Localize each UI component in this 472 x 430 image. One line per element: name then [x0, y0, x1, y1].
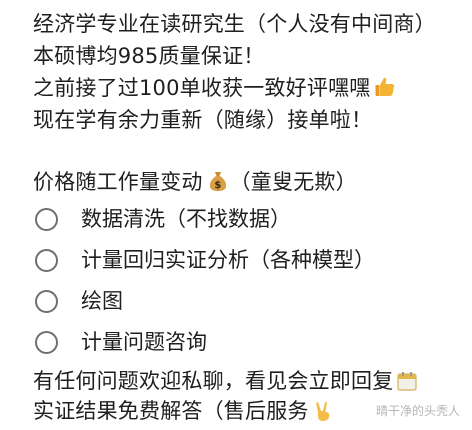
- closing-line-1-text: 有任何问题欢迎私聊，看见会立即回复: [33, 369, 394, 393]
- closing-line-1: 有任何问题欢迎私聊，看见会立即回复: [33, 366, 418, 400]
- price-line-text: 价格随工作量变动: [33, 170, 203, 194]
- victory-hand-icon: [312, 400, 334, 430]
- post-content: 经济学专业在读研究生（个人没有中间商） 本硕博均985质量保证！ 之前接了过10…: [0, 0, 472, 423]
- radio-circle-icon[interactable]: [35, 248, 58, 272]
- option-label: 计量回归实证分析（各种模型）: [81, 248, 375, 272]
- option-label: 数据清洗（不找数据）: [81, 207, 291, 231]
- closing-line-2: 实证结果免费解答（售后服务: [33, 396, 334, 430]
- money-bag-icon: $: [206, 169, 230, 201]
- watermark: 晴干净的头秃人: [375, 404, 460, 418]
- thumbs-up-icon: [373, 75, 397, 107]
- intro-line-3-text: 之前接了过100单收获一致好评嘿嘿: [33, 76, 371, 100]
- price-line: 价格随工作量变动 $ （童叟无欺）: [33, 167, 357, 201]
- calendar-icon: [396, 370, 418, 400]
- intro-line-4: 现在学有余力重新（随缘）接单啦！: [33, 108, 373, 132]
- option-label: 计量问题咨询: [81, 330, 207, 354]
- option-regression-analysis[interactable]: 计量回归实证分析（各种模型）: [33, 245, 375, 275]
- intro-line-3: 之前接了过100单收获一致好评嘿嘿: [33, 73, 397, 107]
- closing-line-2-text: 实证结果免费解答（售后服务: [33, 399, 309, 423]
- svg-text:$: $: [214, 180, 221, 191]
- option-consulting[interactable]: 计量问题咨询: [33, 327, 207, 357]
- radio-circle-icon[interactable]: [35, 289, 58, 313]
- option-label: 绘图: [81, 289, 123, 313]
- intro-line-2: 本硕博均985质量保证！: [33, 44, 265, 68]
- intro-line-1: 经济学专业在读研究生（个人没有中间商）: [33, 12, 436, 36]
- price-suffix: （童叟无欺）: [229, 170, 357, 194]
- option-plotting[interactable]: 绘图: [33, 286, 123, 316]
- radio-circle-icon[interactable]: [35, 330, 58, 354]
- radio-circle-icon[interactable]: [35, 207, 58, 231]
- option-data-cleaning[interactable]: 数据清洗（不找数据）: [33, 204, 291, 234]
